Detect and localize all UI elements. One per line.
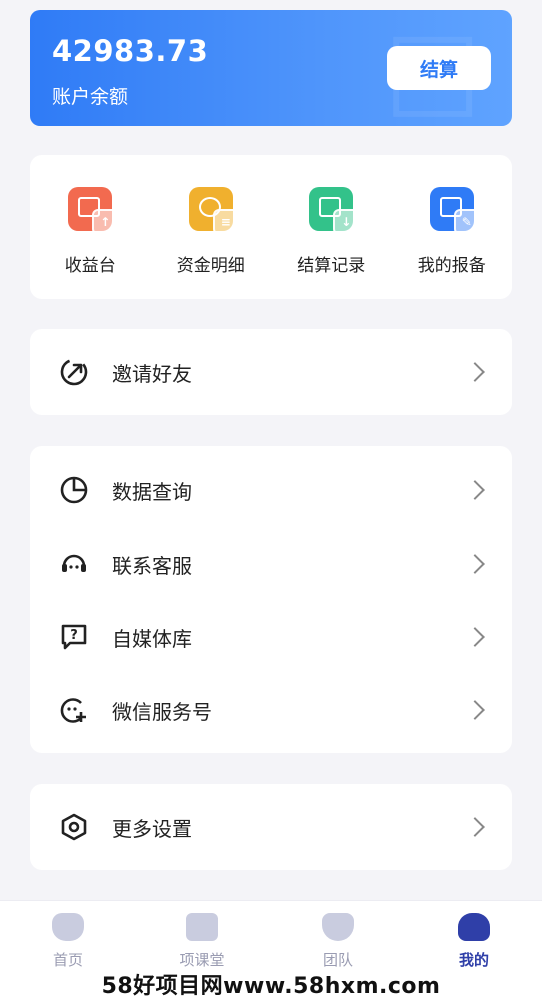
menu-row-label: 自媒体库 [112,626,192,651]
quick-action-label: 结算记录 [297,256,366,276]
quick-action-label: 资金明细 [176,256,245,276]
my-report-icon: ✎ [429,187,480,235]
chevron-right-icon [465,554,485,574]
more-settings-label: 更多设置 [112,816,192,841]
tab-label: 项课堂 [179,951,225,969]
invite-friends-label: 邀请好友 [112,361,192,386]
income-icon: ↑ [68,187,119,235]
pie-chart-icon [58,474,90,506]
profile-icon [458,913,490,941]
home-icon [52,913,84,941]
invite-arrow-icon [58,356,90,388]
quick-action-settlement-record[interactable]: ↓ 结算记录 [271,155,392,299]
quick-action-label: 我的报备 [417,256,486,276]
invite-friends-row[interactable]: 邀请好友 [30,342,512,402]
chevron-right-icon [465,480,485,500]
tab-label: 我的 [458,951,489,969]
menu-row-data-query[interactable]: 数据查询 [30,460,512,520]
menu-row-contact-service[interactable]: 联系客服 [30,534,512,594]
balance-amount: 42983.73 [52,34,209,68]
balance-card: ☐ 42983.73 账户余额 结算 [30,10,512,126]
class-icon [186,913,218,941]
quick-action-funds-detail[interactable]: ≡ 资金明细 [151,155,272,299]
question-chat-icon: ? [58,621,90,653]
funds-detail-icon: ≡ [188,187,239,235]
menu-card: 数据查询 联系客服 ? 自媒体库 微信服务号 [30,446,512,753]
quick-action-income[interactable]: ↑ 收益台 [30,155,151,299]
quick-actions-card: ↑ 收益台 ≡ 资金明细 ↓ 结算记录 ✎ 我的报备 [30,155,512,299]
invite-card: 邀请好友 [30,329,512,415]
footer-watermark: 58好项目网www.58hxm.com [101,974,441,999]
settlement-record-icon: ↓ [309,187,360,235]
settle-button[interactable]: 结算 [387,46,491,90]
team-icon [322,913,354,941]
quick-action-my-report[interactable]: ✎ 我的报备 [392,155,513,299]
settings-card: 更多设置 [30,784,512,870]
headset-icon [58,548,90,580]
svg-text:?: ? [70,628,78,643]
menu-row-wechat-service[interactable]: 微信服务号 [30,680,512,740]
tab-label: 团队 [322,951,353,969]
chevron-right-icon [465,627,485,647]
menu-row-label: 数据查询 [112,479,192,504]
tab-class[interactable]: 项课堂 [152,913,252,970]
chevron-right-icon [465,700,485,720]
hexagon-gear-icon [58,811,90,843]
more-settings-row[interactable]: 更多设置 [30,797,512,857]
tab-home[interactable]: 首页 [18,913,118,970]
menu-row-label: 联系客服 [112,553,192,578]
menu-row-media-library[interactable]: ? 自媒体库 [30,607,512,667]
tab-profile[interactable]: 我的 [424,913,524,970]
balance-label: 账户余额 [52,86,129,108]
chevron-right-icon [465,817,485,837]
wechat-add-icon [58,694,90,726]
menu-row-label: 微信服务号 [112,699,212,724]
quick-action-label: 收益台 [64,256,116,276]
chevron-right-icon [465,362,485,382]
tab-team[interactable]: 团队 [288,913,388,970]
tab-label: 首页 [52,951,83,969]
